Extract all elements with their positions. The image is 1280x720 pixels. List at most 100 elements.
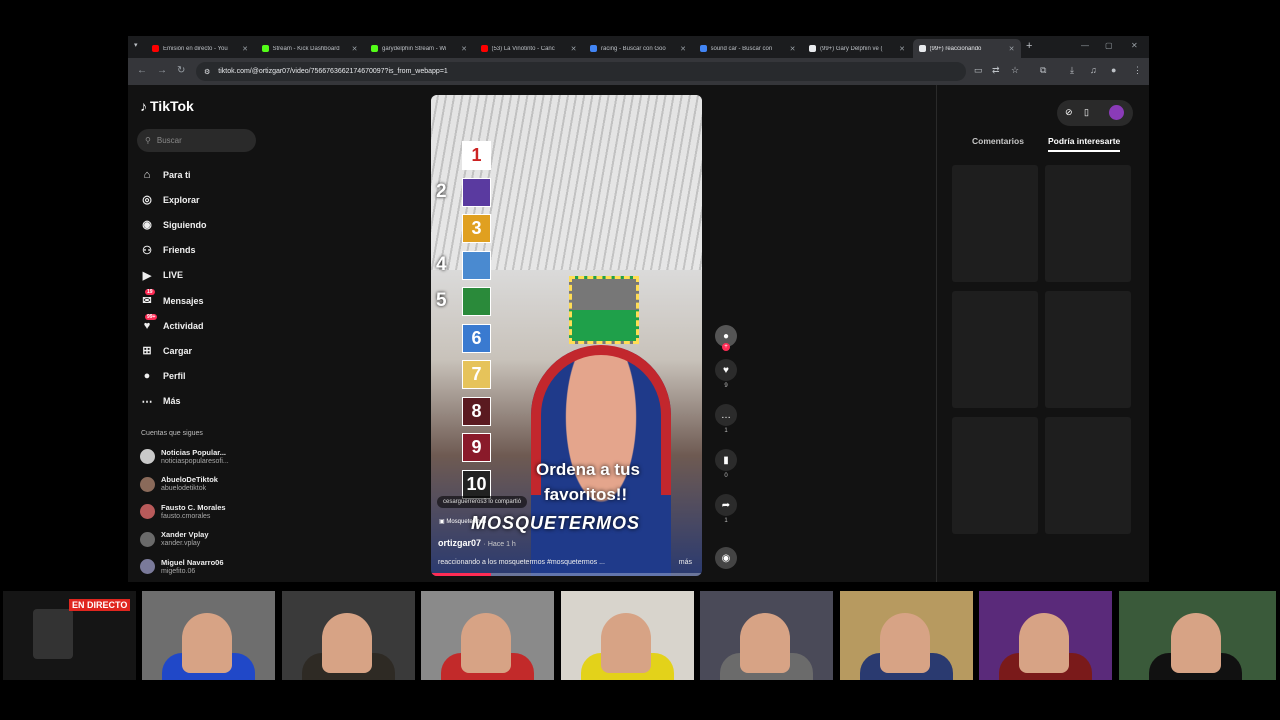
- browser-window: ▾ Emisión en directo - You ✕ Stream - Kick…: [128, 36, 1149, 582]
- browser-tab[interactable]: sound car - Buscar con ✕: [694, 39, 802, 58]
- close-tab-icon[interactable]: ✕: [571, 45, 577, 53]
- following-account[interactable]: AbueloDeTiktok abuelodetiktok: [140, 471, 290, 499]
- recommended-thumb[interactable]: [952, 291, 1038, 408]
- live-icon: ▶: [142, 269, 152, 282]
- browser-tab[interactable]: Emisión en directo - You ✕: [146, 39, 254, 58]
- media-icon[interactable]: ♫: [1090, 65, 1097, 75]
- rank-item: 3: [431, 212, 491, 245]
- tab-comments[interactable]: Comentarios: [972, 136, 1024, 152]
- post-time: Hace 1 h: [487, 541, 516, 548]
- sidebar-item-label: Actividad: [163, 320, 204, 331]
- sidebar-item-para-ti[interactable]: ⌂ Para ti: [139, 162, 299, 187]
- sidebar-item-actividad[interactable]: ♥ 99+ Actividad: [139, 313, 299, 338]
- follow-plus-icon[interactable]: +: [722, 343, 730, 351]
- webcam-face: [1171, 613, 1221, 673]
- tab-bar: ▾ Emisión en directo - You ✕ Stream - Kick…: [128, 36, 1149, 58]
- browser-tab[interactable]: Stream - Kick Dashboard ✕: [256, 39, 364, 58]
- rank-item: 7: [431, 358, 491, 391]
- account-username: noticiaspopularesofi...: [161, 457, 229, 465]
- sidebar-item-explorar[interactable]: ◎ Explorar: [139, 187, 299, 212]
- webcam-face: [322, 613, 372, 673]
- browser-tab[interactable]: (99+) Gary Delphin ve (✕: [803, 39, 911, 58]
- tiktok-logo[interactable]: ♪ TikTok: [140, 98, 194, 114]
- search-input[interactable]: ⚲ Buscar: [137, 129, 256, 152]
- menu-icon[interactable]: ⋮: [1133, 65, 1142, 76]
- notification-badge: 19: [145, 288, 155, 295]
- sidebar-item-mensajes[interactable]: ✉ 19 Mensajes: [139, 288, 299, 313]
- maximize-icon[interactable]: ▢: [1105, 41, 1113, 50]
- rank-item: 6: [431, 322, 491, 355]
- translate-icon[interactable]: ⇄: [992, 65, 1000, 76]
- following-account[interactable]: Miguel Navarro06 migefito.06: [140, 553, 290, 581]
- cast-icon[interactable]: ▭: [974, 65, 983, 76]
- rank-number: 4: [436, 253, 447, 275]
- close-tab-icon[interactable]: ✕: [461, 45, 467, 53]
- following-account[interactable]: Xander Vplay xander.vplay: [140, 526, 290, 554]
- forward-icon[interactable]: →: [157, 65, 167, 76]
- close-tab-icon[interactable]: ✕: [242, 45, 248, 53]
- recommended-thumb[interactable]: [1045, 417, 1131, 534]
- close-tab-icon[interactable]: ✕: [352, 45, 358, 53]
- recommended-thumb[interactable]: [952, 417, 1038, 534]
- sound-icon: ▣: [439, 519, 445, 525]
- like-button[interactable]: ♥ 9: [711, 359, 741, 389]
- rank-number: 9: [471, 437, 482, 457]
- reload-icon[interactable]: ↻: [177, 65, 185, 76]
- recommended-thumb[interactable]: [1045, 291, 1131, 408]
- shared-by-badge[interactable]: cesarguerreros3 lo compartió: [437, 496, 528, 508]
- author-avatar-button[interactable]: ● +: [711, 325, 741, 351]
- extensions-icon[interactable]: ⧉: [1040, 65, 1046, 76]
- rank-item: 4: [431, 249, 491, 282]
- comment-button[interactable]: … 1: [711, 404, 741, 434]
- close-tab-icon[interactable]: ✕: [790, 45, 796, 53]
- activity-icon[interactable]: ⊘: [1065, 107, 1073, 118]
- user-avatar[interactable]: [1109, 105, 1124, 120]
- following-account[interactable]: Fausto C. Morales fausto.cmorales: [140, 498, 290, 526]
- webcam-tile: [840, 591, 973, 680]
- download-icon[interactable]: ⤓: [1070, 65, 1074, 76]
- browser-tab[interactable]: (99+) reaccionando ✕: [912, 39, 1021, 58]
- sidebar-item-perfil[interactable]: ● Perfil: [139, 364, 299, 389]
- account-name: Noticias Popular...: [161, 447, 227, 457]
- close-window-icon[interactable]: ✕: [1131, 41, 1138, 50]
- bookmark-button[interactable]: ▮ 0: [711, 449, 741, 479]
- rank-number: 10: [466, 473, 487, 494]
- rank-item: 8: [431, 395, 491, 428]
- rank-box: 10: [462, 469, 491, 499]
- sidebar-item-label: Perfil: [163, 371, 186, 382]
- browser-tab[interactable]: (53) La Vinotinto - Canc ✕: [475, 39, 583, 58]
- sound-disc-button[interactable]: ◉: [711, 547, 741, 569]
- video-progress-bar[interactable]: [431, 573, 702, 576]
- browser-tab[interactable]: garydelphin Stream - Wi ✕: [365, 39, 473, 58]
- device-icon[interactable]: ▯: [1084, 107, 1089, 118]
- video-player[interactable]: 1 2 3 4 5 6 7 8 9 10 Ordena a tus favoritos!! MOS…: [431, 95, 702, 576]
- recommended-thumb[interactable]: [1045, 165, 1131, 282]
- sidebar-item-m-s[interactable]: ⋯ Más: [139, 389, 299, 414]
- messages-icon: ✉ 19: [142, 288, 155, 308]
- browser-tab[interactable]: racing - Buscar con Goo ✕: [584, 39, 692, 58]
- avatar: [140, 476, 155, 492]
- recommended-thumb[interactable]: [952, 165, 1038, 282]
- new-tab-button[interactable]: +: [1026, 40, 1032, 52]
- minimize-icon[interactable]: —: [1081, 41, 1089, 50]
- following-account[interactable]: Noticias Popular... noticiaspopularesofi.…: [140, 443, 290, 471]
- close-tab-icon[interactable]: ✕: [899, 45, 905, 53]
- address-bar[interactable]: ⚙ tiktok.com/@ortizgar07/video/756676366…: [196, 62, 966, 81]
- sound-tag[interactable]: ▣ Mosquetermos: [439, 518, 486, 525]
- sidebar-item-cargar[interactable]: ⊞ Cargar: [139, 338, 299, 363]
- site-info-icon[interactable]: ⚙: [204, 68, 210, 76]
- tab-search-icon[interactable]: ▾: [134, 41, 138, 49]
- sidebar-item-friends[interactable]: ⚇ Friends: [139, 238, 299, 263]
- share-button[interactable]: ➦ 1: [711, 494, 741, 524]
- share-count: 1: [724, 518, 728, 524]
- back-icon[interactable]: ←: [137, 65, 147, 76]
- video-author[interactable]: ortizgar07 · Hace 1 h: [438, 538, 516, 548]
- sidebar-item-live[interactable]: ▶ LIVE: [139, 263, 299, 288]
- close-tab-icon[interactable]: ✕: [680, 45, 686, 53]
- sidebar-item-siguiendo[interactable]: ◉ Siguiendo: [139, 212, 299, 237]
- close-tab-icon[interactable]: ✕: [1009, 45, 1015, 53]
- tab-recommended[interactable]: Podría interesarte: [1047, 136, 1121, 152]
- more-link[interactable]: más: [679, 559, 692, 566]
- profile-avatar-icon[interactable]: ●: [1111, 65, 1116, 75]
- bookmark-star-icon[interactable]: ☆: [1011, 65, 1019, 76]
